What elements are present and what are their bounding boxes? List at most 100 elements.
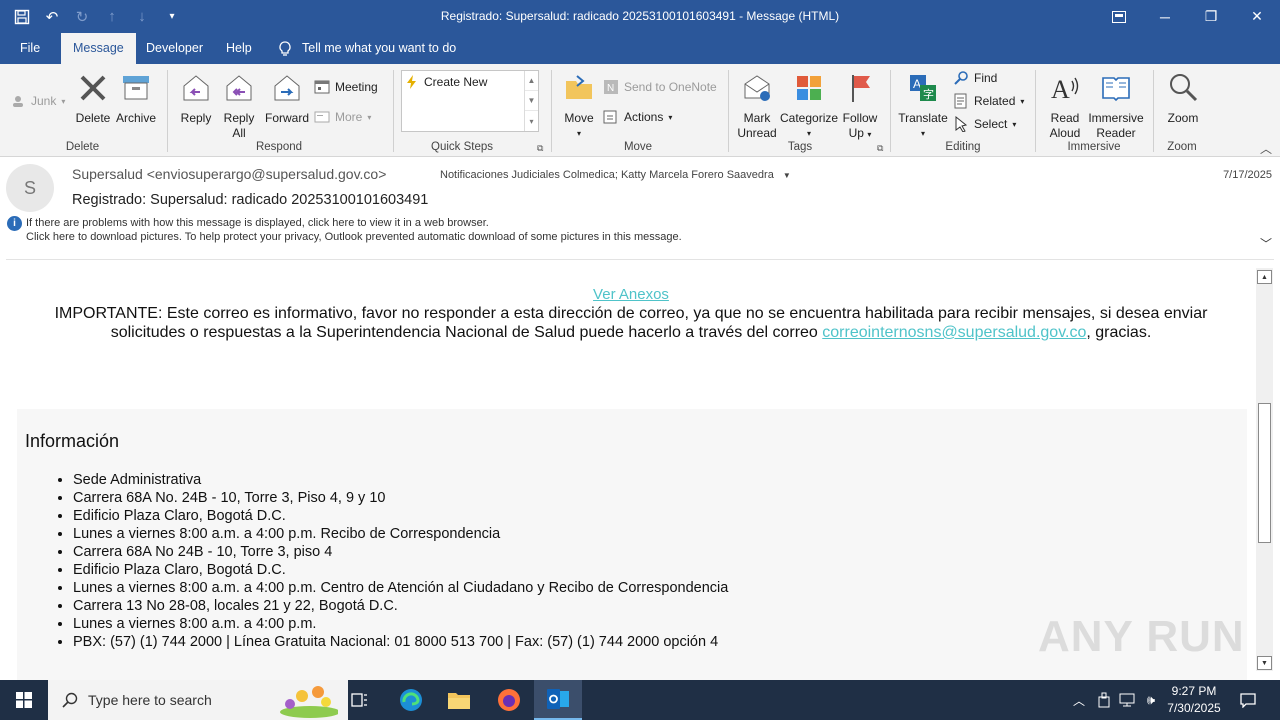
ver-anexos-link[interactable]: Ver Anexos: [0, 286, 1256, 303]
svg-text:字: 字: [923, 87, 934, 101]
notification-icon: [1240, 693, 1256, 708]
scroll-down-arrow-icon[interactable]: ▼: [1257, 656, 1272, 670]
translate-button[interactable]: A字 Translate ▾: [897, 72, 949, 141]
outlook-button[interactable]: [534, 680, 582, 720]
window-title: Registrado: Supersalud: radicado 2025310…: [440, 9, 840, 23]
meeting-button[interactable]: Meeting: [314, 77, 378, 97]
create-new-quickstep[interactable]: Create New: [406, 75, 487, 89]
search-placeholder: Type here to search: [88, 692, 212, 708]
find-icon: [954, 71, 968, 85]
translate-icon: A字: [910, 75, 936, 101]
expand-gallery-icon[interactable]: ▾: [525, 111, 538, 131]
actions-button[interactable]: Actions ▾: [603, 107, 672, 127]
close-icon[interactable]: ✕: [1234, 0, 1280, 33]
taskbar-clock[interactable]: 9:27 PM 7/30/2025: [1158, 683, 1230, 717]
onenote-icon: N: [604, 80, 618, 94]
edge-button[interactable]: [390, 680, 432, 720]
junk-button[interactable]: Junk ▾: [10, 91, 65, 111]
separator: [728, 70, 729, 152]
more-respond-button[interactable]: More ▾: [314, 107, 371, 127]
related-icon: [954, 93, 967, 109]
quick-steps-gallery: Create New ▲ ▼ ▾: [401, 70, 539, 132]
scrollbar-thumb[interactable]: [1258, 403, 1271, 543]
clock-time: 9:27 PM: [1171, 684, 1217, 698]
tags-group-label: Tags: [787, 141, 813, 153]
ribbon-display-icon[interactable]: [1096, 0, 1142, 33]
tab-developer[interactable]: Developer: [134, 33, 215, 64]
reply-icon: [183, 75, 209, 101]
cursor-icon: [955, 116, 968, 132]
move-button[interactable]: Move ▾: [560, 72, 598, 141]
separator: [551, 70, 552, 152]
select-button[interactable]: Select ▾: [953, 114, 1016, 134]
svg-text:A: A: [1051, 75, 1070, 104]
scroll-up-icon[interactable]: ▲: [525, 71, 538, 91]
windows-logo-icon: [16, 692, 32, 708]
firefox-button[interactable]: [488, 680, 530, 720]
list-item: PBX: (57) (1) 744 2000 | Línea Gratuita …: [73, 633, 728, 651]
forward-button[interactable]: Forward: [263, 72, 311, 126]
delete-button[interactable]: Delete: [75, 72, 111, 126]
separator: [167, 70, 168, 152]
file-explorer-button[interactable]: [438, 680, 480, 720]
task-view-button[interactable]: [340, 680, 380, 720]
collapse-ribbon-icon[interactable]: ︿: [1260, 140, 1272, 157]
zoom-group-label: Zoom: [1167, 141, 1197, 153]
list-item: Lunes a viernes 8:00 a.m. a 4:00 p.m. Ce…: [73, 579, 728, 597]
collapse-header-icon[interactable]: ﹀: [1260, 235, 1272, 252]
send-to-onenote-button[interactable]: N Send to OneNote: [603, 77, 717, 97]
quick-steps-launcher-icon[interactable]: ⧉: [537, 143, 543, 154]
start-button[interactable]: [0, 680, 48, 720]
categorize-button[interactable]: Categorize ▾: [780, 72, 838, 141]
list-item: Carrera 13 No 28-08, locales 21 y 22, Bo…: [73, 597, 728, 615]
related-button[interactable]: Related ▾: [953, 91, 1024, 111]
recipients[interactable]: Notificaciones Judiciales Colmedica; Kat…: [440, 169, 791, 181]
lightbulb-icon: [279, 40, 291, 56]
reply-button[interactable]: Reply: [177, 72, 215, 126]
tab-file[interactable]: File: [8, 33, 52, 64]
categorize-icon: [797, 76, 821, 100]
maximize-icon[interactable]: ❐: [1188, 0, 1234, 33]
expand-recipients-icon[interactable]: ▼: [783, 171, 791, 180]
scroll-down-icon[interactable]: ▼: [525, 91, 538, 111]
flag-icon: [852, 75, 870, 102]
sender[interactable]: Supersalud <enviosuperargo@supersalud.go…: [72, 166, 386, 182]
tell-me-box[interactable]: Tell me what you want to do: [278, 33, 456, 64]
show-hidden-icons-icon[interactable]: ︿: [1068, 680, 1090, 720]
reply-all-button[interactable]: Reply All: [220, 72, 258, 141]
message-date: 7/17/2025: [1223, 169, 1272, 181]
mark-unread-button[interactable]: Mark Unread: [735, 72, 779, 141]
list-item: Edificio Plaza Claro, Bogotá D.C.: [73, 507, 728, 525]
security-icon[interactable]: [1094, 680, 1114, 720]
follow-up-button[interactable]: Follow Up ▾: [840, 72, 880, 142]
list-item: Sede Administrativa: [73, 471, 728, 489]
scroll-up-arrow-icon[interactable]: ▲: [1257, 270, 1272, 284]
list-item: Carrera 68A No 24B - 10, Torre 3, piso 4: [73, 543, 728, 561]
tab-message[interactable]: Message: [61, 33, 136, 64]
download-pictures-bar[interactable]: Click here to download pictures. To help…: [26, 231, 682, 243]
notifications-button[interactable]: [1234, 680, 1262, 720]
find-button[interactable]: Find: [953, 68, 997, 88]
network-icon[interactable]: [1116, 680, 1138, 720]
anyrun-watermark: ANY RUN: [1038, 612, 1245, 661]
archive-button[interactable]: Archive: [115, 72, 157, 126]
minimize-icon[interactable]: ─: [1142, 0, 1188, 33]
view-in-browser-bar[interactable]: If there are problems with how this mess…: [26, 217, 489, 229]
list-item: Edificio Plaza Claro, Bogotá D.C.: [73, 561, 728, 579]
read-aloud-button[interactable]: A Read Aloud: [1043, 72, 1087, 141]
ribbon: Junk ▾ Delete Archive Delete Reply Reply …: [0, 64, 1280, 157]
list-item: Lunes a viernes 8:00 a.m. a 4:00 p.m.: [73, 615, 728, 633]
junk-icon: [13, 96, 23, 107]
move-folder-icon: [566, 75, 592, 99]
zoom-button[interactable]: Zoom: [1162, 72, 1204, 126]
immersive-reader-button[interactable]: Immersive Reader: [1087, 72, 1145, 141]
tags-launcher-icon[interactable]: ⧉: [877, 143, 883, 154]
immersive-group-label: Immersive: [1067, 141, 1121, 153]
tab-help[interactable]: Help: [214, 33, 264, 64]
svg-text:N: N: [607, 83, 614, 94]
divider: [6, 259, 1274, 260]
taskbar-search[interactable]: Type here to search: [48, 680, 348, 720]
avatar[interactable]: S: [6, 164, 54, 212]
body-scrollbar[interactable]: ▲ ▼: [1256, 268, 1273, 671]
contact-email-link[interactable]: correointernosns@supersalud.gov.co: [822, 324, 1086, 341]
